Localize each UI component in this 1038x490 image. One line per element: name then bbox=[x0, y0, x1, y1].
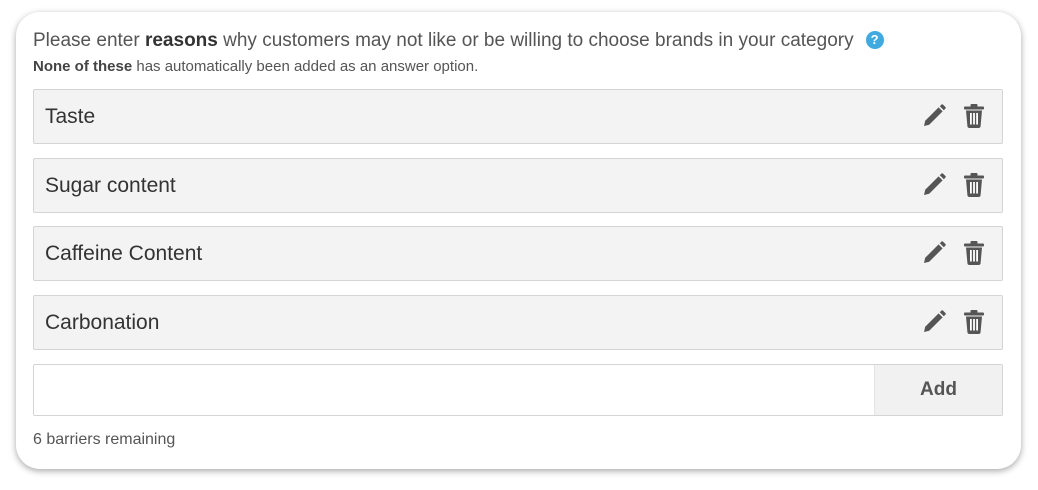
reason-label: Caffeine Content bbox=[45, 242, 203, 265]
pencil-icon[interactable] bbox=[922, 172, 946, 198]
pencil-icon[interactable] bbox=[922, 309, 946, 335]
reason-item: Carbonation bbox=[33, 295, 1003, 350]
reason-label: Taste bbox=[45, 105, 96, 128]
reason-item: Taste bbox=[33, 89, 1003, 144]
trash-icon[interactable] bbox=[962, 103, 986, 129]
prompt-emphasis: reasons bbox=[144, 30, 218, 51]
reason-item: Caffeine Content bbox=[33, 226, 1003, 281]
reason-actions bbox=[922, 172, 986, 198]
reason-label: Carbonation bbox=[45, 311, 160, 334]
reason-item: Sugar content bbox=[33, 158, 1003, 213]
remaining-count: 6 barriers remaining bbox=[33, 431, 176, 448]
trash-icon[interactable] bbox=[962, 309, 986, 335]
prompt-prefix: Please enter bbox=[33, 30, 145, 51]
answer-note: None of these has automatically been add… bbox=[33, 57, 478, 77]
prompt-suffix: why customers may not like or be willing… bbox=[217, 30, 854, 51]
note-suffix: has automatically been added as an answe… bbox=[132, 58, 479, 75]
pencil-icon[interactable] bbox=[922, 240, 946, 266]
reason-actions bbox=[922, 309, 986, 335]
reasons-card: Please enter reasons why customers may n… bbox=[16, 12, 1021, 469]
question-prompt: Please enter reasons why customers may n… bbox=[33, 29, 884, 53]
reason-actions bbox=[922, 103, 986, 129]
reason-list: Taste Sugar content Caffeine Content Car… bbox=[33, 89, 1003, 364]
trash-icon[interactable] bbox=[962, 240, 986, 266]
trash-icon[interactable] bbox=[962, 172, 986, 198]
add-reason-row: Add bbox=[33, 364, 1003, 416]
reason-label: Sugar content bbox=[45, 174, 176, 197]
pencil-icon[interactable] bbox=[922, 103, 946, 129]
add-button[interactable]: Add bbox=[874, 365, 1002, 415]
help-icon[interactable]: ? bbox=[865, 31, 884, 49]
new-reason-input[interactable] bbox=[34, 365, 874, 415]
note-emphasis: None of these bbox=[33, 58, 133, 75]
reason-actions bbox=[922, 240, 986, 266]
